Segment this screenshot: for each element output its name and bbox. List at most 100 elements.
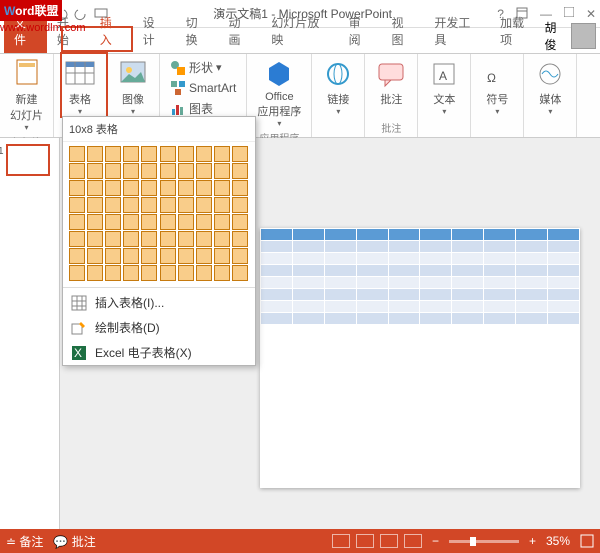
- grid-cell[interactable]: [105, 180, 121, 196]
- grid-cell[interactable]: [214, 163, 230, 179]
- grid-cell[interactable]: [69, 163, 85, 179]
- grid-cell[interactable]: [123, 146, 139, 162]
- grid-cell[interactable]: [214, 197, 230, 213]
- grid-cell[interactable]: [141, 197, 157, 213]
- zoom-in-icon[interactable]: +: [529, 534, 536, 548]
- text-button[interactable]: A文本▾: [424, 56, 464, 118]
- grid-cell[interactable]: [105, 214, 121, 230]
- grid-cell[interactable]: [141, 163, 157, 179]
- symbol-button[interactable]: Ω符号▾: [477, 56, 517, 118]
- shapes-button[interactable]: 形状 ▾: [166, 58, 240, 77]
- grid-cell[interactable]: [232, 163, 248, 179]
- tab-review[interactable]: 审阅: [339, 9, 382, 53]
- grid-cell[interactable]: [87, 163, 103, 179]
- insert-table-item[interactable]: 插入表格(I)...: [63, 290, 255, 315]
- grid-cell[interactable]: [178, 146, 194, 162]
- grid-cell[interactable]: [123, 231, 139, 247]
- new-slide-button[interactable]: 新建 幻灯片▾: [6, 56, 47, 134]
- grid-cell[interactable]: [87, 248, 103, 264]
- grid-cell[interactable]: [87, 231, 103, 247]
- grid-cell[interactable]: [214, 231, 230, 247]
- grid-cell[interactable]: [105, 265, 121, 281]
- fit-window-icon[interactable]: [580, 534, 594, 548]
- grid-cell[interactable]: [69, 197, 85, 213]
- grid-cell[interactable]: [196, 146, 212, 162]
- grid-cell[interactable]: [214, 180, 230, 196]
- grid-cell[interactable]: [160, 231, 176, 247]
- grid-cell[interactable]: [87, 265, 103, 281]
- grid-cell[interactable]: [141, 231, 157, 247]
- grid-cell[interactable]: [196, 265, 212, 281]
- grid-cell[interactable]: [123, 197, 139, 213]
- grid-cell[interactable]: [160, 248, 176, 264]
- grid-cell[interactable]: [87, 197, 103, 213]
- draw-table-item[interactable]: 绘制表格(D): [63, 315, 255, 340]
- grid-cell[interactable]: [232, 265, 248, 281]
- grid-cell[interactable]: [214, 146, 230, 162]
- grid-cell[interactable]: [141, 180, 157, 196]
- grid-cell[interactable]: [69, 248, 85, 264]
- grid-cell[interactable]: [178, 248, 194, 264]
- avatar[interactable]: [571, 23, 596, 49]
- grid-cell[interactable]: [87, 146, 103, 162]
- table-grid-picker[interactable]: [63, 142, 255, 285]
- grid-cell[interactable]: [232, 248, 248, 264]
- comments-button[interactable]: 💬 批注: [53, 533, 95, 550]
- sorter-view-icon[interactable]: [356, 534, 374, 548]
- office-apps-button[interactable]: Office 应用程序▾: [253, 56, 305, 130]
- tab-design[interactable]: 设计: [133, 9, 176, 53]
- grid-cell[interactable]: [105, 146, 121, 162]
- grid-cell[interactable]: [87, 214, 103, 230]
- excel-sheet-item[interactable]: XExcel 电子表格(X): [63, 340, 255, 365]
- grid-cell[interactable]: [87, 180, 103, 196]
- zoom-out-icon[interactable]: −: [432, 534, 439, 548]
- grid-cell[interactable]: [214, 214, 230, 230]
- grid-cell[interactable]: [123, 180, 139, 196]
- normal-view-icon[interactable]: [332, 534, 350, 548]
- grid-cell[interactable]: [141, 146, 157, 162]
- grid-cell[interactable]: [178, 265, 194, 281]
- notes-button[interactable]: ≐ 备注: [6, 533, 43, 550]
- grid-cell[interactable]: [105, 163, 121, 179]
- grid-cell[interactable]: [69, 265, 85, 281]
- image-button[interactable]: 图像▾: [113, 56, 153, 118]
- grid-cell[interactable]: [69, 180, 85, 196]
- grid-cell[interactable]: [160, 265, 176, 281]
- user-name[interactable]: 胡俊: [545, 19, 568, 53]
- grid-cell[interactable]: [214, 248, 230, 264]
- grid-cell[interactable]: [178, 214, 194, 230]
- grid-cell[interactable]: [160, 214, 176, 230]
- grid-cell[interactable]: [105, 231, 121, 247]
- grid-cell[interactable]: [196, 231, 212, 247]
- tab-animation[interactable]: 动画: [218, 9, 261, 53]
- grid-cell[interactable]: [178, 197, 194, 213]
- grid-cell[interactable]: [196, 248, 212, 264]
- grid-cell[interactable]: [160, 146, 176, 162]
- grid-cell[interactable]: [214, 265, 230, 281]
- tab-devtools[interactable]: 开发工具: [424, 9, 490, 53]
- grid-cell[interactable]: [196, 163, 212, 179]
- tab-transition[interactable]: 切换: [176, 9, 219, 53]
- grid-cell[interactable]: [123, 248, 139, 264]
- grid-cell[interactable]: [105, 197, 121, 213]
- media-button[interactable]: 媒体▾: [530, 56, 570, 118]
- grid-cell[interactable]: [178, 180, 194, 196]
- zoom-value[interactable]: 35%: [546, 534, 570, 548]
- grid-cell[interactable]: [160, 197, 176, 213]
- grid-cell[interactable]: [123, 214, 139, 230]
- slide-thumb-1[interactable]: 1: [6, 144, 50, 176]
- tab-addins[interactable]: 加载项: [490, 9, 544, 53]
- grid-cell[interactable]: [178, 231, 194, 247]
- grid-cell[interactable]: [141, 265, 157, 281]
- grid-cell[interactable]: [196, 180, 212, 196]
- link-button[interactable]: 链接▾: [318, 56, 358, 118]
- grid-cell[interactable]: [69, 231, 85, 247]
- grid-cell[interactable]: [69, 146, 85, 162]
- slideshow-view-icon[interactable]: [404, 534, 422, 548]
- grid-cell[interactable]: [123, 163, 139, 179]
- grid-cell[interactable]: [123, 265, 139, 281]
- grid-cell[interactable]: [160, 163, 176, 179]
- grid-cell[interactable]: [232, 180, 248, 196]
- grid-cell[interactable]: [232, 197, 248, 213]
- zoom-slider[interactable]: [449, 540, 519, 543]
